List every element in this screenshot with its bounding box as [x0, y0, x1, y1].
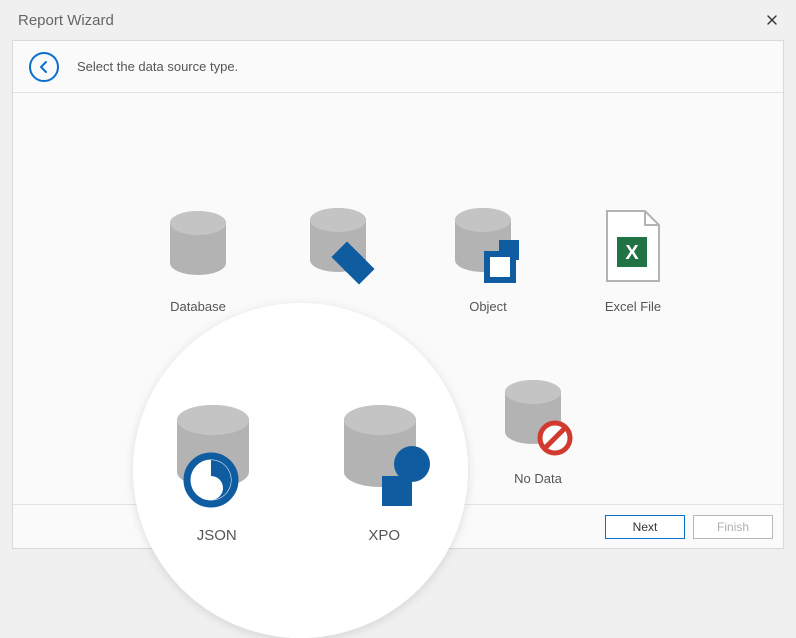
xpo-icon [314, 397, 454, 517]
option-nodata[interactable]: No Data [468, 375, 608, 486]
window-title: Report Wizard [18, 12, 114, 29]
svg-text:X: X [625, 242, 639, 264]
object-icon [418, 203, 558, 293]
option-label: Excel File [563, 299, 703, 314]
json-icon [147, 397, 287, 517]
wizard-panel: Select the data source type. Database [12, 40, 784, 549]
close-button[interactable] [760, 8, 784, 32]
option-object[interactable]: Object [418, 203, 558, 314]
title-bar: Report Wizard [0, 0, 796, 40]
next-button[interactable]: Next [605, 515, 685, 539]
database-icon [128, 203, 268, 293]
options-grid: Database [13, 93, 783, 143]
option-label: Object [418, 299, 558, 314]
finish-button: Finish [693, 515, 773, 539]
option-database[interactable]: Database [128, 203, 268, 314]
panel-header: Select the data source type. [13, 41, 783, 93]
option-entityframework[interactable] [273, 203, 413, 299]
excel-icon: X [563, 203, 703, 293]
option-label: No Data [468, 471, 608, 486]
option-label: XPO [368, 527, 400, 544]
option-xpo[interactable]: XPO [301, 303, 469, 638]
instruction-text: Select the data source type. [77, 59, 238, 74]
arrow-left-icon [37, 60, 51, 74]
highlight-magnifier: JSON XPO [133, 303, 468, 638]
nodata-icon [468, 375, 608, 465]
back-button[interactable] [29, 52, 59, 82]
close-icon [767, 15, 777, 25]
option-json[interactable]: JSON [133, 303, 301, 638]
option-label: JSON [197, 527, 237, 544]
option-excel[interactable]: X Excel File [563, 203, 703, 314]
ef-icon [273, 203, 413, 293]
